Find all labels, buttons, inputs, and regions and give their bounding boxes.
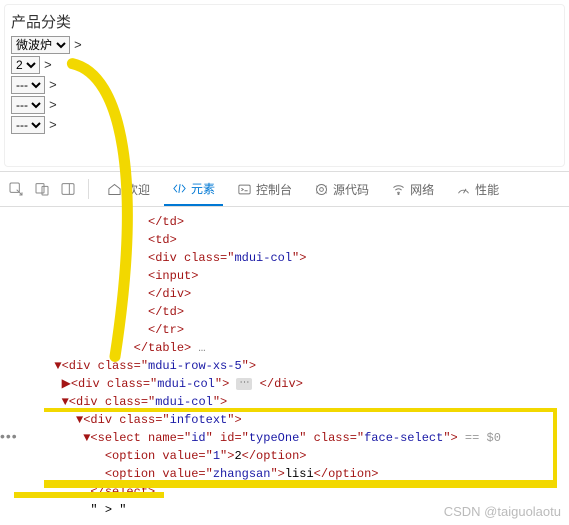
dock-icon[interactable] [58, 179, 78, 199]
devtools-toolbar: 欢迎 元素 控制台 源代码 网络 性能 [0, 171, 569, 207]
overflow-indicator-icon: ••• [0, 428, 18, 444]
select-row-3: --- > [11, 96, 558, 114]
app-preview-pane: 产品分类 微波炉 > 2 > --- > --- > --- > [4, 4, 565, 167]
separator-3: > [49, 98, 57, 113]
separator-1: > [44, 58, 52, 73]
category-select-2[interactable]: --- [11, 76, 45, 94]
ellipsis-icon[interactable]: ⋯ [236, 378, 252, 390]
separator-0: > [74, 38, 82, 53]
tab-sources[interactable]: 源代码 [306, 172, 377, 206]
separator-4: > [49, 118, 57, 133]
select-row-0: 微波炉 > [11, 36, 558, 54]
tab-network[interactable]: 网络 [383, 172, 442, 206]
device-emulation-icon[interactable] [32, 179, 52, 199]
selected-dom-node: ▼<select name="id" id="typeOne" class="f… [4, 429, 569, 447]
category-select-0[interactable]: 微波炉 [11, 36, 70, 54]
separator-2: > [49, 78, 57, 93]
select-row-1: 2 > [11, 56, 558, 74]
watermark: CSDN @taiguolaotu [444, 504, 561, 519]
page-title: 产品分类 [11, 11, 558, 32]
dom-tree[interactable]: </td> <td> <div class="mdui-col"> <input… [0, 207, 569, 525]
tab-performance[interactable]: 性能 [448, 172, 507, 206]
category-select-3[interactable]: --- [11, 96, 45, 114]
select-row-2: --- > [11, 76, 558, 94]
category-select-4[interactable]: --- [11, 116, 45, 134]
select-row-4: --- > [11, 116, 558, 134]
tab-elements[interactable]: 元素 [164, 172, 223, 206]
tab-console[interactable]: 控制台 [229, 172, 300, 206]
category-select-1[interactable]: 2 [11, 56, 40, 74]
tab-welcome[interactable]: 欢迎 [99, 172, 158, 206]
devtools-panel: 欢迎 元素 控制台 源代码 网络 性能 </td> [0, 171, 569, 525]
inspect-icon[interactable] [6, 179, 26, 199]
